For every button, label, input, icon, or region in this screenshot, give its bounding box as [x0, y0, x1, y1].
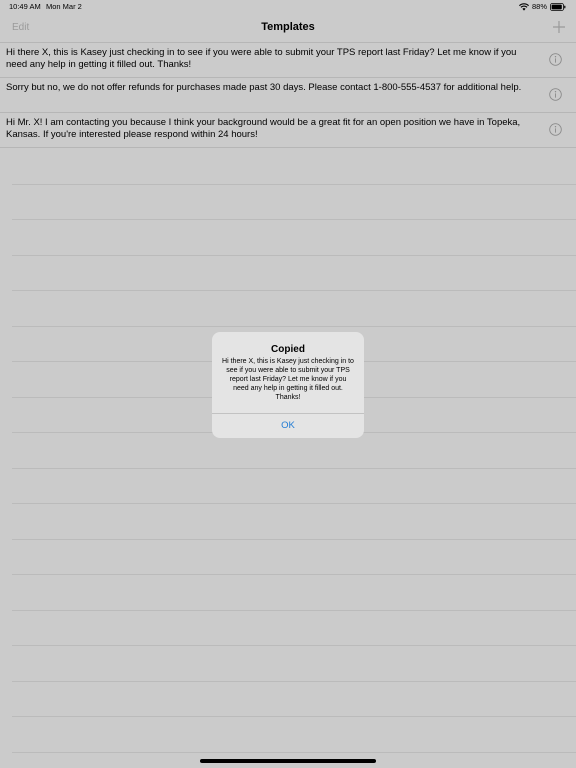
status-time: 10:49 AM [9, 2, 41, 11]
table-separator [12, 611, 576, 646]
plus-icon[interactable] [552, 20, 566, 34]
table-separator [12, 575, 576, 611]
info-icon[interactable] [549, 88, 562, 101]
wifi-icon [519, 3, 529, 11]
table-separator [12, 469, 576, 504]
battery-percentage: 88% [531, 2, 547, 11]
template-list: Hi there X, this is Kasey just checking … [0, 43, 576, 148]
table-separator [12, 291, 576, 327]
table-separator [12, 220, 576, 256]
home-indicator[interactable] [200, 759, 376, 763]
table-separator [12, 185, 576, 220]
table-separator [12, 433, 576, 469]
template-text: Hi there X, this is Kasey just checking … [6, 47, 517, 71]
status-indicators: 88% [519, 3, 566, 11]
table-separator [12, 540, 576, 575]
table-separator [12, 504, 576, 540]
navigation-bar: Edit Templates [0, 14, 576, 43]
empty-table-area [12, 149, 576, 753]
status-date: Mon Mar 2 [46, 2, 82, 11]
table-separator [12, 256, 576, 291]
template-row[interactable]: Sorry but no, we do not offer refunds fo… [0, 78, 576, 113]
template-text: Hi Mr. X! I am contacting you because I … [6, 117, 521, 141]
table-separator [12, 149, 576, 185]
alert-title: Copied [271, 344, 305, 355]
table-separator [12, 682, 576, 717]
alert-message: Hi there X, this is Kasey just checking … [222, 358, 354, 401]
template-row[interactable]: Hi Mr. X! I am contacting you because I … [0, 113, 576, 148]
info-icon[interactable] [549, 123, 562, 136]
copied-alert: Copied Hi there X, this is Kasey just ch… [212, 332, 364, 438]
table-separator [12, 717, 576, 753]
info-icon[interactable] [549, 53, 562, 66]
battery-icon [550, 3, 566, 11]
status-bar: 10:49 AM Mon Mar 2 88% [0, 0, 576, 14]
page-title: Templates [261, 21, 315, 33]
template-row[interactable]: Hi there X, this is Kasey just checking … [0, 43, 576, 78]
template-text: Sorry but no, we do not offer refunds fo… [6, 82, 522, 93]
ok-button[interactable]: OK [212, 414, 364, 438]
table-separator [12, 646, 576, 682]
